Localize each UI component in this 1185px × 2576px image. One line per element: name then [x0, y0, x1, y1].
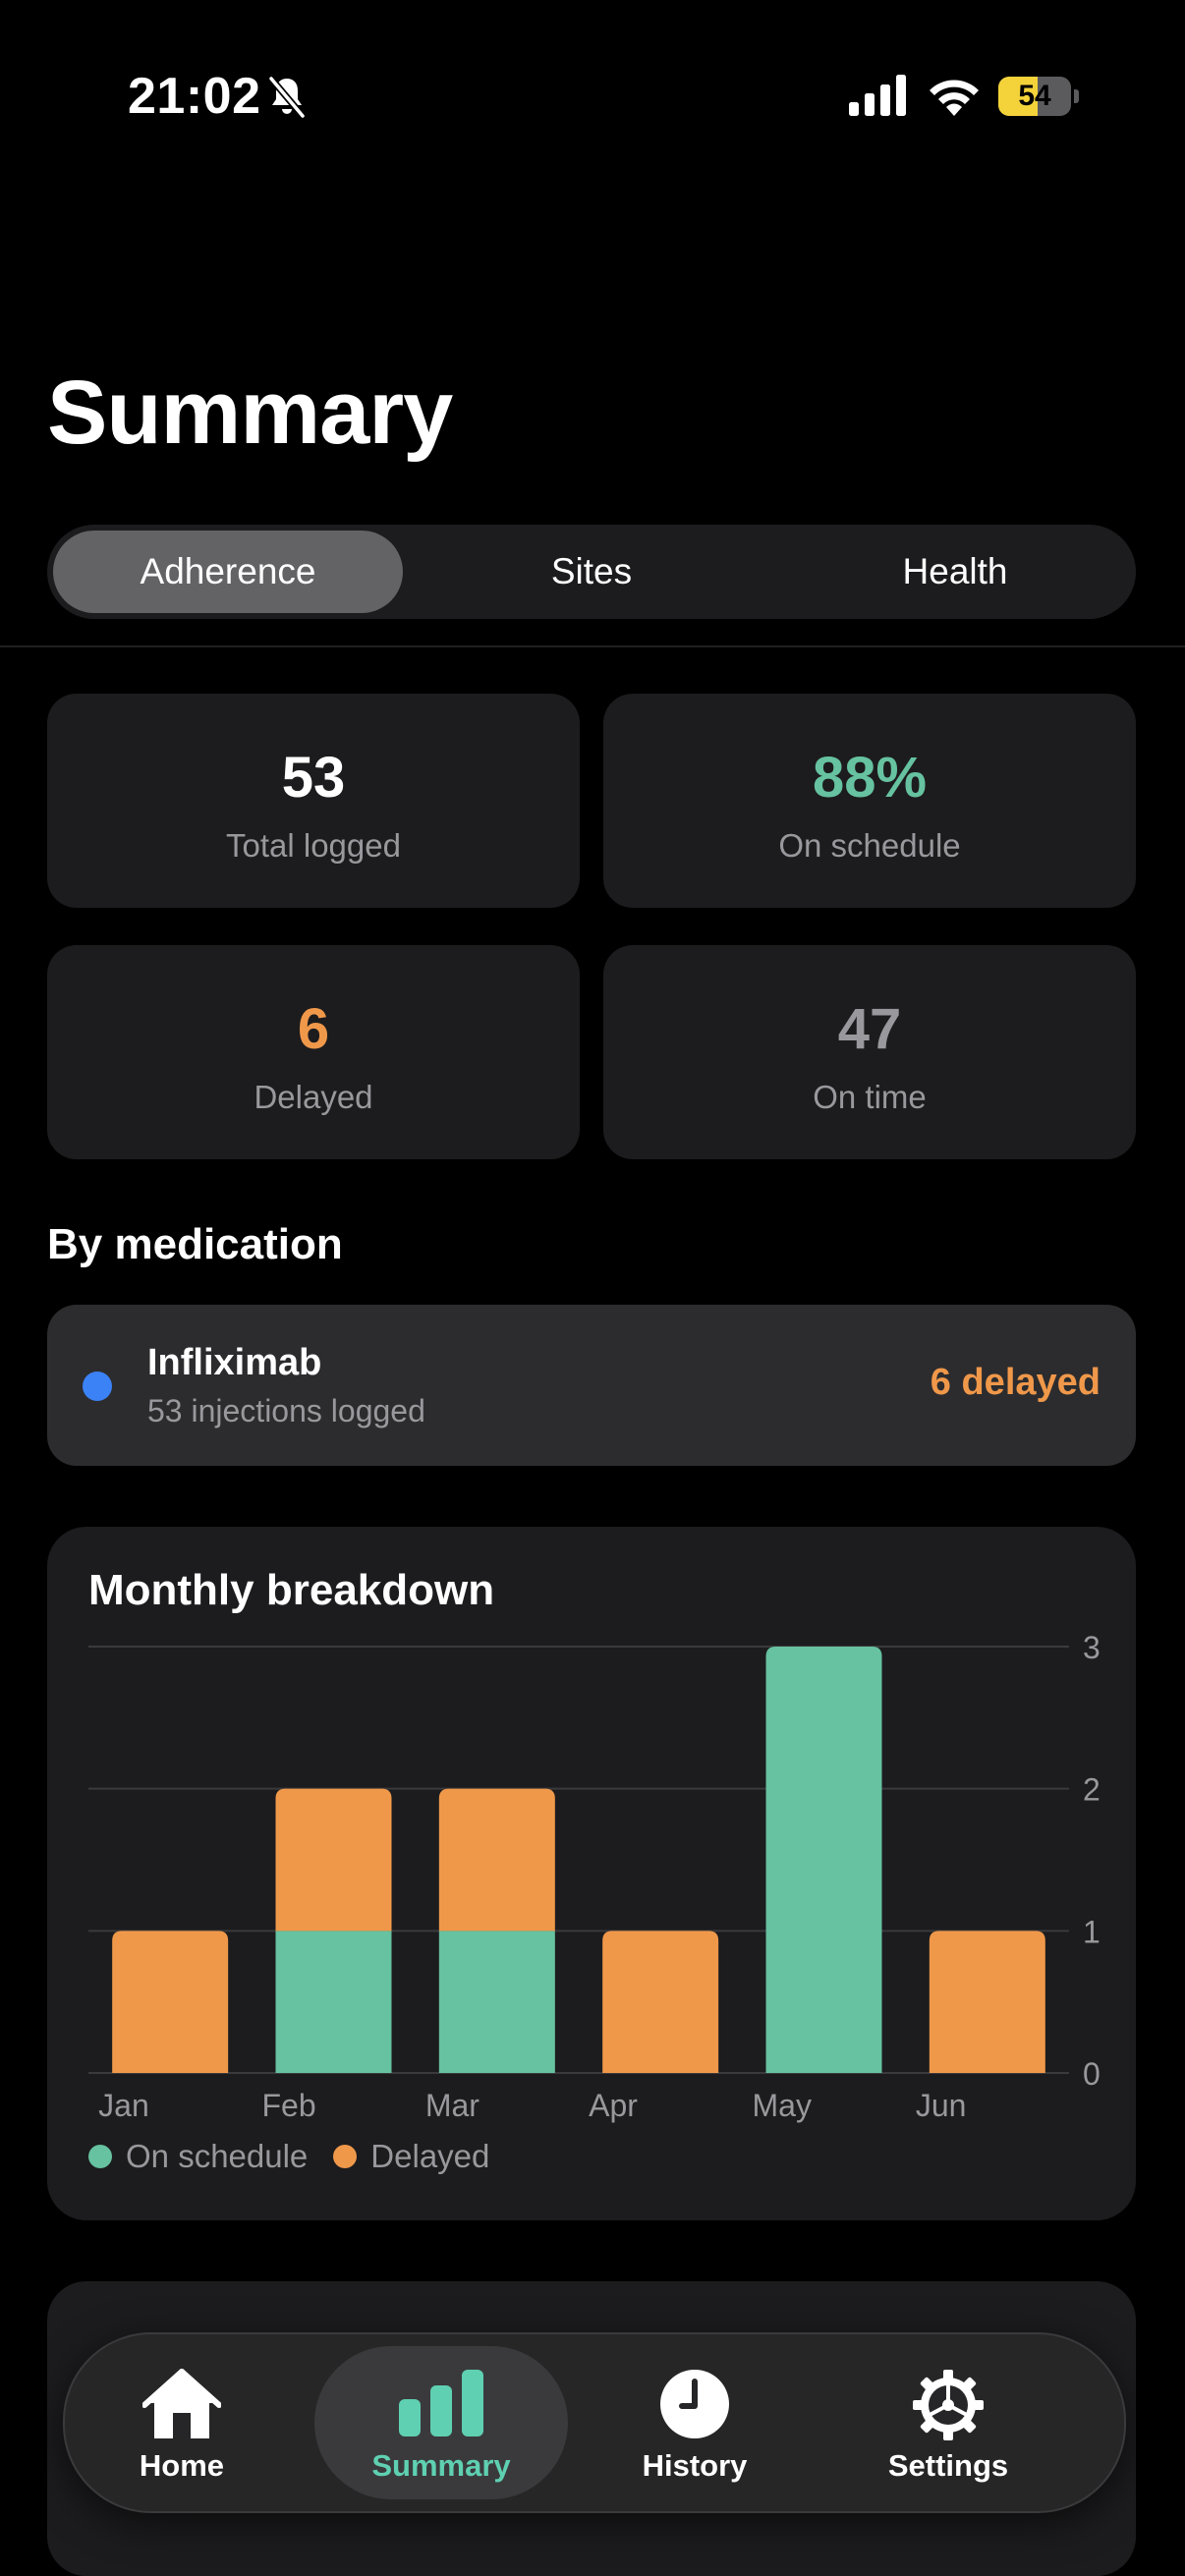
tab-label: Summary [371, 2448, 511, 2483]
legend-swatch [88, 2145, 112, 2168]
legend-item-delayed: Delayed [333, 2138, 489, 2175]
y-tick-label: 3 [1083, 1630, 1100, 1665]
tab-label: Settings [887, 2448, 1009, 2483]
bell-slash-icon [268, 76, 306, 119]
x-tick-label: Apr [589, 2088, 638, 2123]
medication-delayed-status: 6 delayed [930, 1362, 1100, 1403]
chart-bar-icon [399, 2370, 483, 2436]
stat-card-on-time: 47 On time [603, 945, 1136, 1159]
section-title-by-medication: By medication [47, 1220, 343, 1268]
segmented-control: Adherence Sites Health [47, 525, 1136, 619]
stat-label: Delayed [254, 1079, 373, 1115]
legend-swatch [333, 2145, 358, 2168]
stat-value: 53 [281, 746, 346, 810]
bar-segment-delayed [112, 1931, 229, 2073]
segment-sites[interactable]: Sites [417, 531, 766, 613]
legend-item-on-schedule: On schedule [88, 2138, 308, 2175]
y-tick-label: 2 [1083, 1772, 1100, 1808]
stat-label: On schedule [778, 827, 961, 864]
battery-percentage: 54 [1018, 80, 1051, 112]
bar-segment-on-schedule [765, 1647, 882, 2073]
x-tick-label: Jan [98, 2088, 149, 2123]
monthly-breakdown-card: Monthly breakdown 0 1 2 3 Jan Feb Mar Apr May Jun… [47, 1527, 1136, 2220]
tab-history[interactable]: History [568, 2346, 821, 2499]
header-divider [0, 645, 1185, 647]
cellular-signal-icon [849, 75, 906, 116]
tab-bar: Home Summary History Settings [63, 2332, 1126, 2513]
x-tick-label: Feb [262, 2088, 316, 2123]
tab-settings[interactable]: Settings [821, 2346, 1075, 2499]
x-tick-label: Jun [916, 2088, 967, 2123]
tab-home[interactable]: Home [55, 2346, 309, 2499]
medication-subtitle: 53 injections logged [147, 1393, 425, 1428]
page-title: Summary [47, 363, 453, 463]
status-bar: 21:02 54 [0, 0, 1185, 196]
stat-value: 47 [837, 997, 902, 1061]
bar-segment-delayed [929, 1931, 1045, 2073]
bar-segment-delayed [602, 1931, 719, 2073]
medication-row-infliximab[interactable]: Infliximab 53 injections logged 6 delaye… [47, 1305, 1136, 1466]
stat-card-on-schedule: 88% On schedule [603, 694, 1136, 908]
house-icon [142, 2369, 221, 2438]
stat-label: Total logged [226, 827, 401, 864]
gear-icon [913, 2370, 984, 2440]
stat-card-total-logged: 53 Total logged [47, 694, 580, 908]
stat-label: On time [813, 1079, 927, 1115]
bar-segment-delayed [275, 1788, 392, 1932]
bar-segment-on-schedule [275, 1931, 392, 2073]
tab-summary[interactable]: Summary [314, 2346, 568, 2499]
segment-health[interactable]: Health [780, 531, 1130, 613]
tab-label: History [642, 2448, 748, 2483]
clock-icon [660, 2370, 729, 2438]
legend-label: On schedule [126, 2138, 309, 2174]
x-tick-label: Mar [425, 2088, 480, 2123]
stat-card-delayed: 6 Delayed [47, 945, 580, 1159]
battery-indicator: 54 [998, 77, 1079, 116]
bar-segment-on-schedule [438, 1931, 555, 2073]
x-tick-label: May [753, 2088, 812, 2123]
status-time: 21:02 [128, 68, 261, 125]
medication-name: Infliximab [147, 1342, 322, 1383]
wifi-icon [930, 80, 979, 116]
tab-label: Home [139, 2448, 225, 2483]
y-tick-label: 1 [1083, 1914, 1100, 1949]
segment-adherence[interactable]: Adherence [53, 531, 403, 613]
chart-legend: On schedule Delayed [88, 2138, 515, 2175]
bar-segment-delayed [438, 1788, 555, 1932]
monthly-breakdown-chart: 0 1 2 3 Jan Feb Mar Apr May Jun [88, 1630, 1100, 2123]
stat-value: 88% [812, 746, 928, 810]
legend-label: Delayed [370, 2138, 490, 2174]
y-tick-label: 0 [1083, 2056, 1100, 2092]
medication-color-dot [83, 1372, 112, 1401]
stat-value: 6 [297, 997, 330, 1061]
